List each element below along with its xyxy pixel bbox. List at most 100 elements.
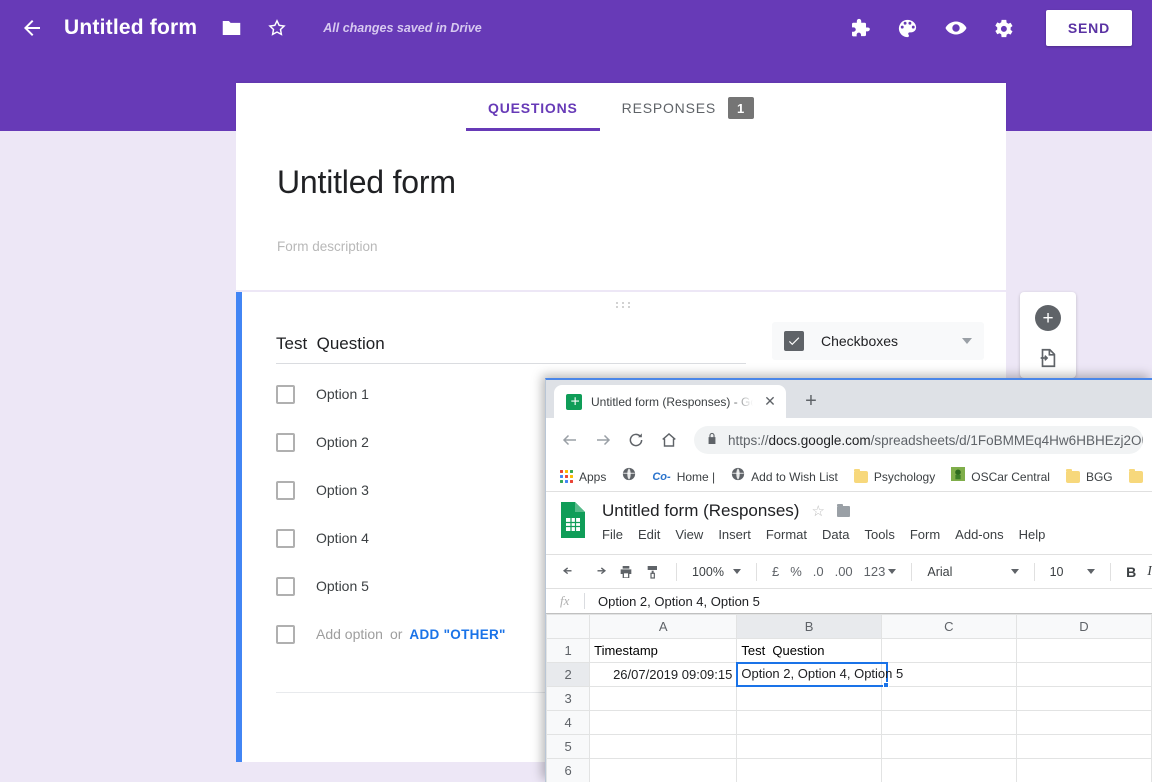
close-icon[interactable]: ✕ bbox=[762, 393, 778, 410]
tab-responses[interactable]: RESPONSES 1 bbox=[600, 85, 776, 131]
bookmark-add-to-wish-list[interactable]: Add to Wish List bbox=[725, 464, 844, 489]
bookmark-globe-1[interactable] bbox=[616, 464, 642, 489]
browser-forward-icon[interactable] bbox=[588, 425, 618, 455]
cell-d2[interactable] bbox=[1015, 662, 1152, 687]
bold-button[interactable]: B bbox=[1126, 564, 1136, 580]
undo-icon[interactable] bbox=[562, 563, 579, 580]
cell-c3[interactable] bbox=[880, 686, 1017, 711]
tab-questions[interactable]: QUESTIONS bbox=[466, 85, 600, 131]
star-icon[interactable]: ☆ bbox=[811, 502, 824, 520]
form-description-placeholder[interactable]: Form description bbox=[277, 239, 378, 254]
sheets-document-title[interactable]: Untitled form (Responses) bbox=[602, 501, 799, 521]
cell-c5[interactable] bbox=[880, 734, 1017, 759]
menu-insert[interactable]: Insert bbox=[718, 527, 751, 542]
font-size-selector[interactable]: 10 bbox=[1050, 565, 1096, 579]
zoom-selector[interactable]: 100% bbox=[692, 565, 741, 579]
option-row[interactable]: Option 4 bbox=[276, 526, 369, 550]
eye-icon[interactable] bbox=[944, 16, 968, 40]
menu-tools[interactable]: Tools bbox=[864, 527, 894, 542]
puzzle-piece-icon[interactable] bbox=[848, 16, 872, 40]
browser-back-icon[interactable] bbox=[555, 425, 585, 455]
back-arrow-icon[interactable] bbox=[20, 16, 44, 40]
reload-icon[interactable] bbox=[621, 425, 651, 455]
column-header-a[interactable]: A bbox=[589, 614, 738, 639]
form-title[interactable]: Untitled form bbox=[277, 164, 456, 201]
cell-b4[interactable] bbox=[736, 710, 882, 735]
paint-format-icon[interactable] bbox=[645, 564, 661, 580]
add-option-placeholder[interactable]: Add option bbox=[316, 626, 383, 642]
drag-handle-icon[interactable] bbox=[242, 302, 1006, 308]
cell-b1[interactable]: Test Question bbox=[736, 638, 882, 663]
menu-help[interactable]: Help bbox=[1019, 527, 1046, 542]
column-header-b[interactable]: B bbox=[736, 614, 882, 639]
home-icon[interactable] bbox=[654, 425, 684, 455]
cell-d6[interactable] bbox=[1015, 758, 1152, 782]
menu-format[interactable]: Format bbox=[766, 527, 807, 542]
menu-file[interactable]: File bbox=[602, 527, 623, 542]
cell-a1[interactable]: Timestamp bbox=[589, 638, 738, 663]
cell-b3[interactable] bbox=[736, 686, 882, 711]
column-header-c[interactable]: C bbox=[880, 614, 1017, 639]
add-other-button[interactable]: ADD "OTHER" bbox=[409, 627, 505, 642]
row-header-4[interactable]: 4 bbox=[546, 710, 591, 735]
row-header-6[interactable]: 6 bbox=[546, 758, 591, 782]
star-icon[interactable] bbox=[265, 16, 289, 40]
cell-d3[interactable] bbox=[1015, 686, 1152, 711]
send-button[interactable]: SEND bbox=[1045, 10, 1132, 46]
cell-a2[interactable]: 26/07/2019 09:09:15 bbox=[589, 662, 738, 687]
option-row[interactable]: Option 2 bbox=[276, 430, 369, 454]
bookmark-overflow[interactable] bbox=[1123, 468, 1149, 486]
menu-edit[interactable]: Edit bbox=[638, 527, 660, 542]
forms-title[interactable]: Untitled form bbox=[64, 16, 197, 40]
redo-icon[interactable] bbox=[590, 563, 607, 580]
bookmark-oscar-central[interactable]: OSCar Central bbox=[945, 464, 1056, 489]
select-all-corner[interactable] bbox=[546, 614, 591, 639]
cell-a5[interactable] bbox=[589, 734, 738, 759]
italic-button[interactable]: I bbox=[1147, 564, 1152, 580]
cell-d4[interactable] bbox=[1015, 710, 1152, 735]
increase-decimal-button[interactable]: .00 bbox=[835, 564, 853, 579]
add-question-button[interactable]: + bbox=[1034, 304, 1062, 332]
bookmark-home[interactable]: Co- Home | bbox=[646, 467, 721, 487]
menu-data[interactable]: Data bbox=[822, 527, 849, 542]
more-formats-button[interactable]: 123 bbox=[864, 564, 897, 579]
currency-button[interactable]: £ bbox=[772, 564, 779, 579]
cell-c4[interactable] bbox=[880, 710, 1017, 735]
cell-b2[interactable]: Option 2, Option 4, Option 5 bbox=[736, 662, 903, 688]
import-questions-button[interactable] bbox=[1034, 344, 1062, 372]
cell-a6[interactable] bbox=[589, 758, 738, 782]
add-option-row[interactable]: Add option or ADD "OTHER" bbox=[276, 622, 506, 646]
cell-a4[interactable] bbox=[589, 710, 738, 735]
row-header-3[interactable]: 3 bbox=[546, 686, 591, 711]
formula-bar-value[interactable]: Option 2, Option 4, Option 5 bbox=[598, 594, 760, 609]
option-row[interactable]: Option 3 bbox=[276, 478, 369, 502]
cell-b5[interactable] bbox=[736, 734, 882, 759]
row-header-2[interactable]: 2 bbox=[546, 662, 591, 687]
bookmark-bgg[interactable]: BGG bbox=[1060, 467, 1119, 487]
browser-tab[interactable]: Untitled form (Responses) - Goog ✕ bbox=[554, 385, 786, 418]
menu-form[interactable]: Form bbox=[910, 527, 940, 542]
row-header-1[interactable]: 1 bbox=[546, 638, 591, 663]
question-type-select[interactable]: Checkboxes bbox=[772, 322, 984, 360]
bookmark-psychology[interactable]: Psychology bbox=[848, 467, 941, 487]
option-row[interactable]: Option 1 bbox=[276, 382, 369, 406]
cell-d1[interactable] bbox=[1015, 638, 1152, 663]
option-row[interactable]: Option 5 bbox=[276, 574, 369, 598]
menu-view[interactable]: View bbox=[675, 527, 703, 542]
font-family-selector[interactable]: Arial bbox=[927, 565, 1019, 579]
print-icon[interactable] bbox=[618, 564, 634, 580]
cell-a3[interactable] bbox=[589, 686, 738, 711]
folder-icon[interactable] bbox=[836, 503, 850, 517]
new-tab-button[interactable]: + bbox=[797, 387, 825, 415]
menu-addons[interactable]: Add-ons bbox=[955, 527, 1003, 542]
cell-d5[interactable] bbox=[1015, 734, 1152, 759]
cell-c1[interactable] bbox=[880, 638, 1017, 663]
cell-c6[interactable] bbox=[880, 758, 1017, 782]
address-bar[interactable]: https://docs.google.com/spreadsheets/d/1… bbox=[694, 426, 1143, 454]
gear-icon[interactable] bbox=[992, 16, 1016, 40]
row-header-5[interactable]: 5 bbox=[546, 734, 591, 759]
palette-icon[interactable] bbox=[896, 16, 920, 40]
percent-button[interactable]: % bbox=[790, 564, 802, 579]
folder-icon[interactable] bbox=[219, 16, 243, 40]
column-header-d[interactable]: D bbox=[1015, 614, 1152, 639]
